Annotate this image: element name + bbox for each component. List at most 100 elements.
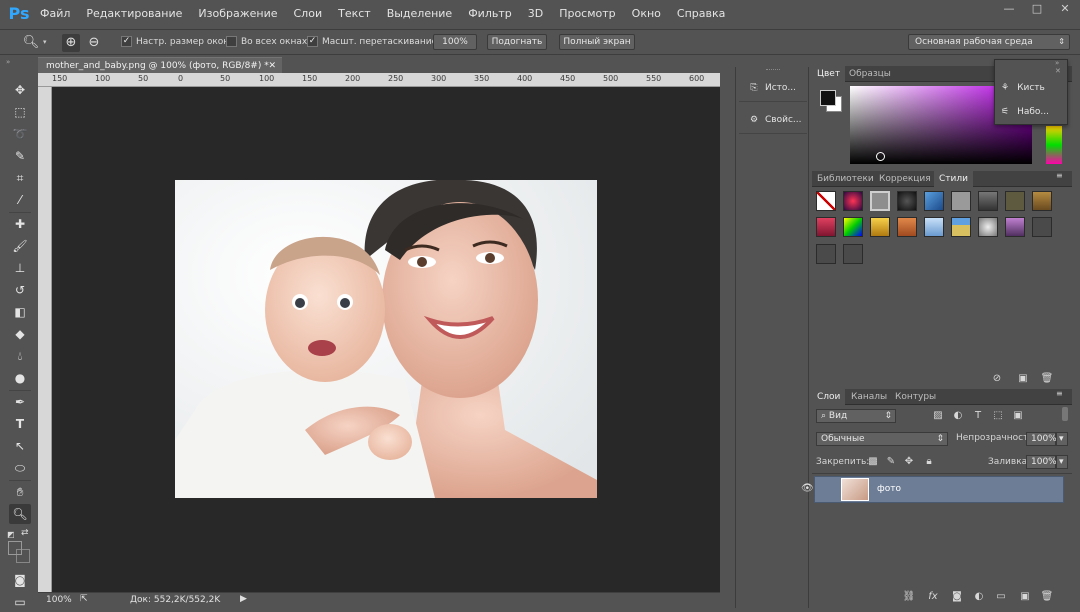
healing-brush-tool-icon[interactable]: ✚ [9, 214, 31, 234]
style-swatch[interactable] [1032, 191, 1052, 211]
workspace-select[interactable]: Основная рабочая среда ⇕ [908, 34, 1070, 50]
filter-toggle[interactable] [1062, 407, 1068, 421]
style-swatch[interactable] [843, 191, 863, 211]
properties-panel-button[interactable]: ⚙ Свойс... [739, 107, 807, 133]
menu-help[interactable]: Справка [669, 0, 733, 28]
brush-tool-icon[interactable]: 🖌︎ [9, 236, 31, 256]
eye-visibility-icon[interactable]: 👁︎ [801, 483, 814, 495]
swap-colors-icon[interactable]: ⇄ [21, 528, 29, 538]
menu-edit[interactable]: Редактирование [78, 0, 190, 28]
menu-file[interactable]: Файл [32, 0, 78, 28]
minimize-button[interactable]: — [1002, 3, 1016, 15]
lasso-tool-icon[interactable]: ➰ [9, 124, 31, 144]
style-swatch[interactable] [1005, 191, 1025, 211]
blend-mode-select[interactable]: Обычные ⇕ [816, 432, 948, 446]
style-swatch[interactable] [816, 191, 836, 211]
crop-tool-icon[interactable]: ⌗ [9, 168, 31, 188]
eyedropper-tool-icon[interactable]: ⁄ [9, 190, 31, 210]
brush-panel-button[interactable]: ⚘ Кисть [1001, 78, 1065, 98]
fit-screen-button[interactable]: Подогнать [487, 34, 547, 50]
resize-windows-checkbox[interactable]: ✓ [121, 36, 132, 47]
close-button[interactable]: ✕ [1058, 3, 1072, 15]
drag-handle[interactable] [766, 69, 780, 71]
zoom-level[interactable]: 100% [46, 595, 72, 605]
dodge-tool-icon[interactable]: ● [9, 368, 31, 388]
tab-color[interactable]: Цвет [812, 66, 846, 82]
history-panel-button[interactable]: ⎘ Исто... [739, 75, 807, 101]
export-icon[interactable]: ⇱ [80, 594, 88, 604]
path-select-tool-icon[interactable]: ↖ [9, 436, 31, 456]
hand-tool-icon[interactable]: ✋︎ [9, 482, 31, 502]
style-swatch[interactable] [897, 217, 917, 237]
marquee-tool-icon[interactable]: ⬚ [9, 102, 31, 122]
clear-style-icon[interactable]: ⊘ [990, 372, 1004, 386]
tab-channels[interactable]: Каналы [846, 389, 892, 405]
filter-shape-icon[interactable]: ⬚ [991, 409, 1005, 423]
layer-filter-select[interactable]: ⌕ Вид ⇕ [816, 409, 896, 423]
collapse-icon[interactable]: » ✕ [1055, 59, 1067, 75]
fullscreen-button[interactable]: Полный экран [559, 34, 635, 50]
menu-filter[interactable]: Фильтр [460, 0, 520, 28]
document-image[interactable] [175, 180, 597, 498]
add-mask-icon[interactable]: ◙ [950, 590, 964, 604]
tab-adjustments[interactable]: Коррекция [874, 171, 936, 187]
brush-presets-button[interactable]: ⚟ Набо... [1001, 102, 1065, 122]
tab-libraries[interactable]: Библиотеки [812, 171, 879, 187]
opacity-input[interactable]: 100% [1026, 432, 1057, 446]
pen-tool-icon[interactable]: ✒ [9, 392, 31, 412]
zoom-in-icon[interactable]: ⊕ [62, 34, 80, 52]
blur-tool-icon[interactable]: 💧︎ [9, 346, 31, 366]
style-swatch[interactable] [843, 217, 863, 237]
menu-3d[interactable]: 3D [520, 0, 551, 28]
lock-all-icon[interactable]: 🔒︎ [922, 455, 936, 469]
eraser-tool-icon[interactable]: ◧ [9, 302, 31, 322]
layer-row[interactable]: 👁︎ фото [801, 476, 1064, 503]
style-swatch[interactable] [924, 217, 944, 237]
color-picker-cursor[interactable] [876, 152, 885, 161]
quick-select-tool-icon[interactable]: ✎ [9, 146, 31, 166]
new-group-icon[interactable]: ▭ [994, 590, 1008, 604]
foreground-color-swatch[interactable] [820, 90, 836, 106]
new-adjustment-layer-icon[interactable]: ◐ [972, 590, 986, 604]
style-swatch[interactable] [897, 191, 917, 211]
delete-icon[interactable]: 🗑︎ [1040, 372, 1054, 386]
filter-pixel-icon[interactable]: ▨ [931, 409, 945, 423]
delete-layer-icon[interactable]: 🗑︎ [1040, 590, 1054, 604]
scrubby-zoom-checkbox[interactable]: ✓ [307, 36, 318, 47]
link-layers-icon[interactable]: ⛓ [902, 590, 916, 604]
fill-input[interactable]: 100% [1026, 455, 1057, 469]
menu-view[interactable]: Просмотр [551, 0, 623, 28]
style-swatch[interactable] [870, 217, 890, 237]
default-colors-icon[interactable]: ◩ [7, 530, 15, 539]
zoom-tool-preset-icon[interactable]: 🔍︎ [22, 34, 40, 52]
foreground-color-swatch[interactable] [8, 541, 22, 555]
new-style-icon[interactable]: ▣ [1016, 372, 1030, 386]
style-swatch[interactable] [816, 244, 836, 264]
new-layer-icon[interactable]: ▣ [1018, 590, 1032, 604]
filter-smart-object-icon[interactable]: ▣ [1011, 409, 1025, 423]
type-tool-icon[interactable]: T [9, 414, 31, 434]
style-swatch[interactable] [978, 191, 998, 211]
zoom-tool-icon[interactable]: 🔍︎ [9, 504, 31, 524]
zoom-out-icon[interactable]: ⊖ [85, 34, 103, 52]
move-tool-icon[interactable]: ✥ [9, 80, 31, 100]
screen-mode-icon[interactable]: ▭ [9, 592, 31, 612]
ellipse-tool-icon[interactable]: ⬭ [9, 458, 31, 478]
lock-position-icon[interactable]: ✥ [902, 455, 916, 469]
panel-menu-icon[interactable]: ≡ [1056, 171, 1063, 180]
style-swatch[interactable] [870, 191, 890, 211]
zoom-100-button[interactable]: 100% [433, 34, 477, 50]
filter-adjustment-icon[interactable]: ◐ [951, 409, 965, 423]
lock-pixels-icon[interactable]: ✎ [884, 455, 898, 469]
chevron-down-icon[interactable]: ▾ [43, 38, 47, 46]
quick-mask-icon[interactable]: ◙ [9, 570, 31, 590]
tab-paths[interactable]: Контуры [890, 389, 941, 405]
close-icon[interactable]: ✕ [268, 58, 276, 74]
layer-name[interactable]: фото [877, 484, 901, 494]
style-swatch[interactable] [978, 217, 998, 237]
maximize-button[interactable]: □ [1030, 3, 1044, 15]
style-swatch[interactable] [1005, 217, 1025, 237]
menu-window[interactable]: Окно [624, 0, 669, 28]
style-swatch[interactable] [924, 191, 944, 211]
hue-slider[interactable] [1046, 126, 1062, 164]
